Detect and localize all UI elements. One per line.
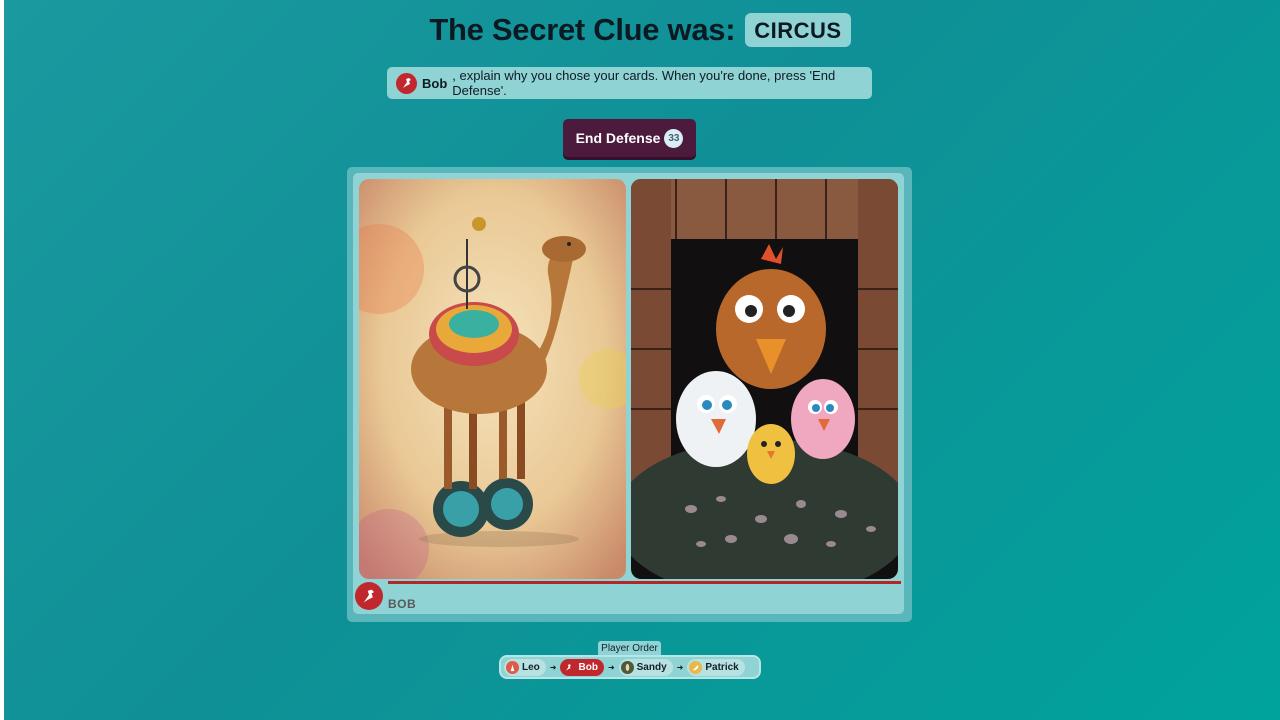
end-defense-button[interactable]: End Defense 33 <box>563 119 696 157</box>
window-edge <box>0 0 4 720</box>
player-chip-patrick[interactable]: Patrick <box>687 658 745 676</box>
card-board-inner: BOB <box>353 173 904 614</box>
card-board: BOB <box>347 167 912 622</box>
instruction-banner: Bob , explain why you chose your cards. … <box>387 67 872 99</box>
player-chip-leo[interactable]: Leo <box>504 658 546 676</box>
card-owner-avatar-icon <box>355 582 383 610</box>
page-title: The Secret Clue was: <box>429 12 736 47</box>
card-camel-unicycle[interactable] <box>359 179 626 579</box>
instruction-text: , explain why you chose your cards. When… <box>452 68 836 98</box>
header: The Secret Clue was: CIRCUS <box>0 12 1280 48</box>
order-arrow-icon: ➜ <box>549 662 557 672</box>
end-defense-label: End Defense <box>575 130 661 146</box>
player-avatar-icon <box>562 660 576 674</box>
player-chip-label: Bob <box>578 661 598 673</box>
countdown-timer-badge: 33 <box>664 128 684 148</box>
card-owner-name: BOB <box>388 597 417 611</box>
player-chip-sandy[interactable]: Sandy <box>618 658 673 676</box>
player-chip-label: Sandy <box>636 661 667 673</box>
player-order-bar: Leo ➜ Bob ➜ Sandy ➜ Patrick <box>499 655 761 679</box>
player-chip-bob[interactable]: Bob <box>560 658 604 676</box>
player-avatar-icon <box>689 660 703 674</box>
player-avatar-icon <box>506 660 519 674</box>
card-chickens-cave[interactable] <box>631 179 898 579</box>
instruction-player-name: Bob <box>422 75 448 91</box>
card-owner-divider <box>388 581 901 584</box>
player-chip-label: Leo <box>522 661 540 673</box>
player-avatar-icon <box>620 660 634 674</box>
secret-clue-badge: CIRCUS <box>745 13 851 47</box>
order-arrow-icon: ➜ <box>607 662 615 672</box>
player-avatar-icon <box>396 72 417 94</box>
player-chip-label: Patrick <box>705 661 739 673</box>
order-arrow-icon: ➜ <box>676 662 684 672</box>
